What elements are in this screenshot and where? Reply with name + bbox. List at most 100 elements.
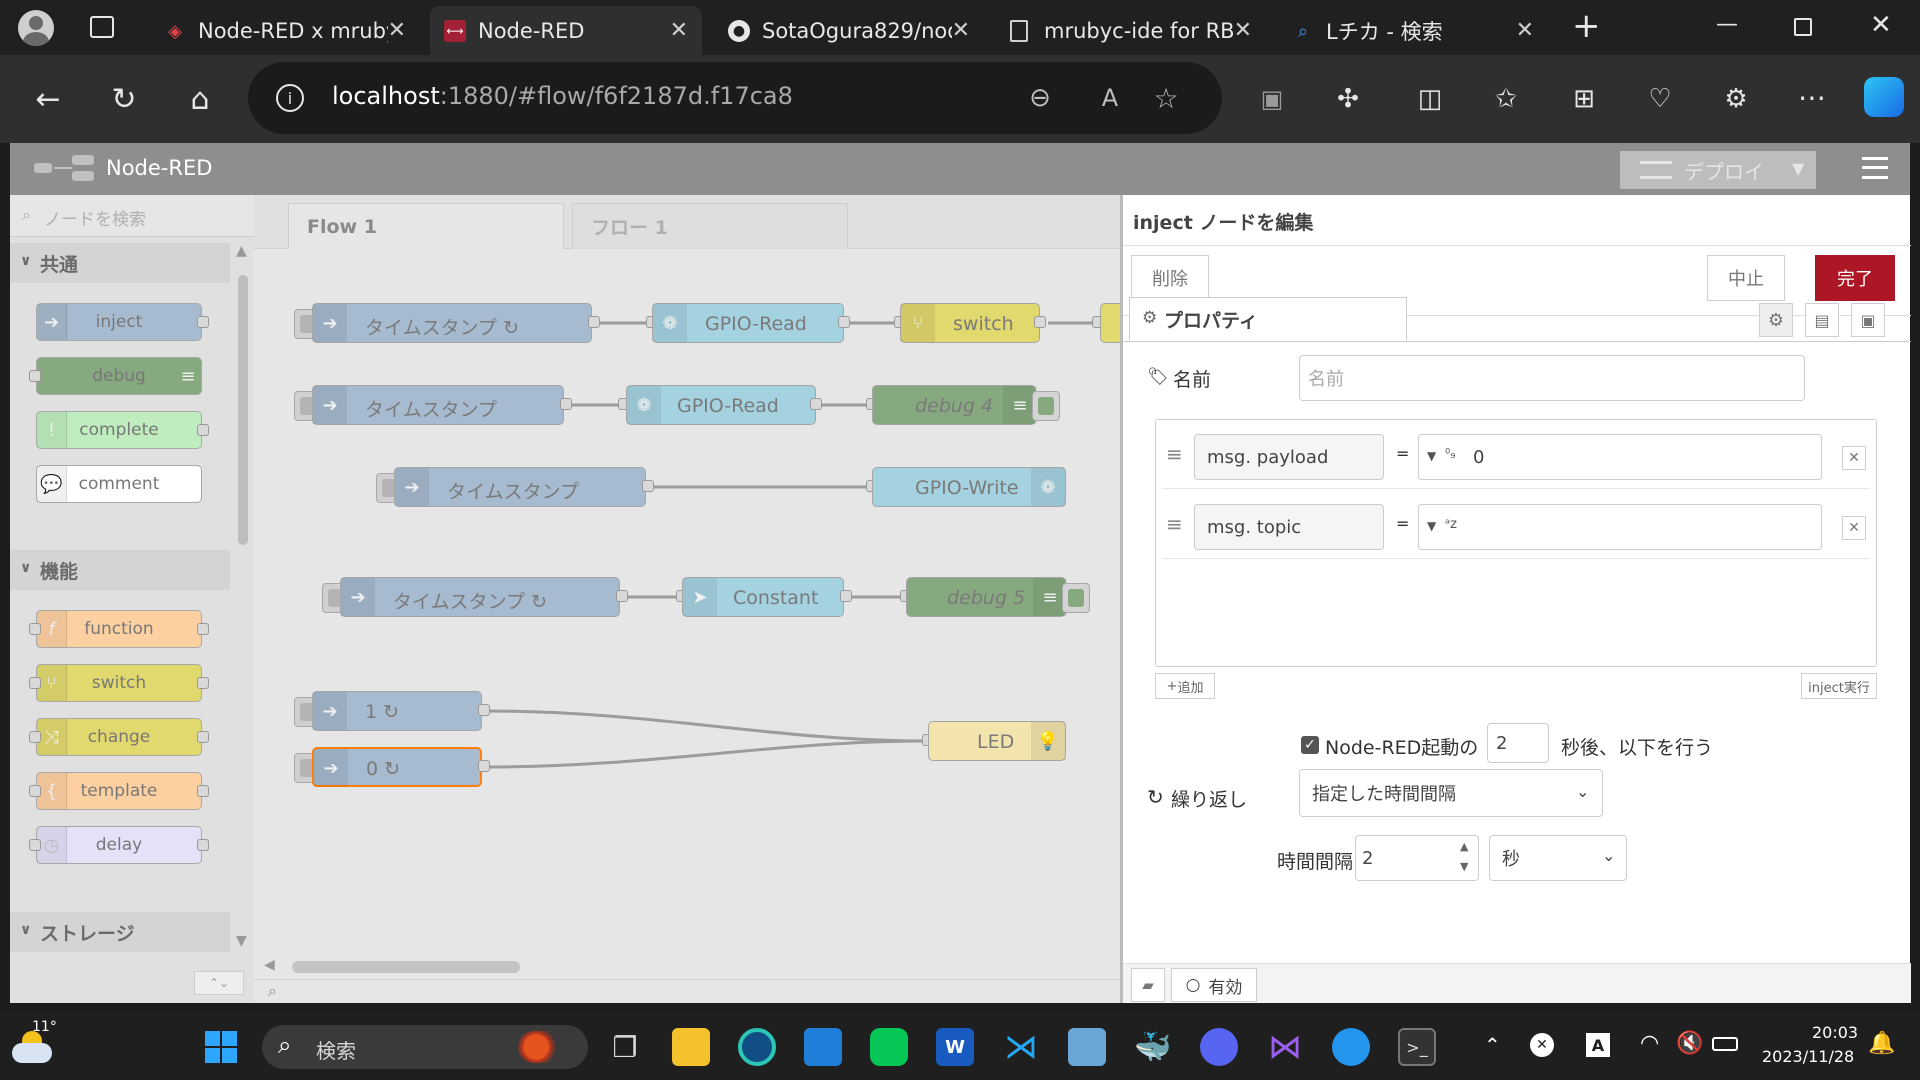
battery-icon[interactable]	[1712, 1037, 1738, 1051]
cancel-button[interactable]: 中止	[1707, 255, 1785, 301]
enabled-toggle[interactable]: ○ 有効	[1171, 968, 1257, 1002]
flow-node-timestamp-4[interactable]: ➔ タイムスタンプ ↻	[340, 577, 620, 617]
node-description-tab[interactable]: ▤	[1805, 303, 1839, 337]
terminal-icon[interactable]: >_	[1398, 1028, 1436, 1066]
palette-node-template[interactable]: { template	[29, 772, 209, 810]
browser-tab-3[interactable]: mrubyc-ide for RBoard ✕	[996, 6, 1266, 55]
palette-node-debug[interactable]: debug ≡	[29, 357, 202, 395]
palette-node-inject[interactable]: ➔ inject	[36, 303, 209, 341]
flow-node-switch-1[interactable]: ⑂ switch	[900, 303, 1040, 343]
workspace-horizontal-scrollbar[interactable]: ◀	[264, 957, 1114, 975]
read-aloud-icon[interactable]: A	[1088, 76, 1132, 120]
browser-tab-4[interactable]: ⌕ Lチカ - 検索 ✕	[1278, 6, 1548, 55]
tray-a-icon[interactable]: A	[1586, 1033, 1610, 1057]
palette-node-comment[interactable]: 💬 comment	[36, 465, 202, 503]
collections-icon[interactable]: ⊞	[1562, 77, 1606, 121]
browser-health-icon[interactable]: ♡	[1638, 77, 1682, 121]
remove-row-button[interactable]: ✕	[1842, 516, 1866, 540]
once-delay-input[interactable]: 2	[1487, 723, 1549, 763]
zoom-out-icon[interactable]: ⊖	[1018, 76, 1062, 120]
search-flows-icon[interactable]: ⌕	[268, 981, 277, 1001]
tray-x-icon[interactable]: ✕	[1530, 1033, 1554, 1057]
flow-node-gpio-write[interactable]: GPIO-Write ❁	[872, 467, 1066, 507]
help-book-button[interactable]: ▰	[1131, 968, 1165, 1002]
docker-desktop-icon[interactable]	[1332, 1028, 1370, 1066]
interval-unit-select[interactable]: 秒 ⌄	[1489, 835, 1627, 881]
palette-category-storage[interactable]: ∨ ストレージ	[10, 912, 230, 952]
property-value-topic[interactable]: ▼ ᵃz	[1418, 504, 1822, 550]
start-button[interactable]	[202, 1028, 240, 1066]
word-icon[interactable]: W	[936, 1028, 974, 1066]
favorites-icon[interactable]: ✩	[1484, 77, 1528, 121]
close-icon[interactable]: ✕	[670, 18, 688, 43]
flow-node-constant[interactable]: ➤ Constant	[682, 577, 844, 617]
minimize-button[interactable]: —	[1716, 12, 1738, 37]
discord-icon[interactable]	[1200, 1028, 1238, 1066]
palette-node-delay[interactable]: ◷ delay	[29, 826, 209, 864]
flow-node-inject-0[interactable]: ➔ 0 ↻	[312, 747, 482, 787]
window-close-button[interactable]: ✕	[1870, 10, 1892, 40]
info-icon[interactable]: i	[276, 84, 304, 112]
close-icon[interactable]: ✕	[388, 18, 406, 43]
palette-node-switch[interactable]: ⑂ switch	[29, 664, 209, 702]
palette-node-complete[interactable]: ! complete	[36, 411, 209, 449]
interval-input[interactable]: 2 ▲ ▼	[1355, 835, 1479, 881]
refresh-icon[interactable]: ↻	[102, 77, 146, 121]
visual-studio-icon[interactable]: ⋈	[1266, 1027, 1304, 1067]
back-arrow-icon[interactable]: ←	[26, 77, 70, 121]
close-icon[interactable]: ✕	[1516, 18, 1534, 43]
home-icon[interactable]: ⌂	[178, 77, 222, 121]
flow-node-debug-4[interactable]: debug 4 ≡	[872, 385, 1037, 425]
notification-bell-icon[interactable]: 🔔	[1868, 1031, 1895, 1056]
file-explorer-icon[interactable]	[672, 1028, 710, 1066]
speaker-muted-icon[interactable]: 🔇	[1676, 1031, 1703, 1056]
done-button[interactable]: 完了	[1815, 255, 1895, 301]
node-appearance-tab[interactable]: ▣	[1851, 303, 1885, 337]
flow-node-timestamp-1[interactable]: ➔ タイムスタンプ ↻	[312, 303, 592, 343]
flow-node-timestamp-3[interactable]: ➔ タイムスタンプ	[394, 467, 646, 507]
maximize-button[interactable]	[1794, 18, 1812, 36]
once-checkbox[interactable]: ✓	[1301, 736, 1319, 754]
flow-node-debug-5[interactable]: debug 5 ≡	[906, 577, 1067, 617]
chevron-down-icon[interactable]: ▼	[1792, 159, 1804, 178]
vscode-icon[interactable]: ⋊	[1002, 1027, 1040, 1067]
chevron-down-icon[interactable]: ▼	[1427, 449, 1436, 463]
edge-icon[interactable]	[738, 1028, 776, 1066]
palette-collapse-buttons[interactable]: ⌃⌄	[194, 971, 244, 995]
more-menu-icon[interactable]: ⋯	[1790, 75, 1834, 119]
tab-actions-icon[interactable]	[90, 16, 114, 38]
url-text[interactable]: localhost:1880/#flow/f6f2187d.f17ca8	[332, 82, 793, 110]
copilot-icon[interactable]	[1864, 77, 1904, 117]
docker-icon[interactable]: 🐳	[1134, 1028, 1172, 1066]
close-icon[interactable]: ✕	[1234, 18, 1252, 43]
remove-row-button[interactable]: ✕	[1842, 446, 1866, 470]
spinner-down-icon[interactable]: ▼	[1460, 860, 1468, 873]
extensions-icon[interactable]: ✣	[1326, 77, 1370, 121]
palette-search-input[interactable]: ノードを検索	[44, 205, 146, 230]
tray-chevron-up-icon[interactable]: ⌃	[1484, 1033, 1501, 1057]
remote-desktop-icon[interactable]	[1068, 1028, 1106, 1066]
taskbar-search[interactable]: ⌕ 検索	[262, 1025, 588, 1069]
favorite-star-icon[interactable]: ☆	[1144, 76, 1188, 120]
node-settings-tab[interactable]: ⚙	[1759, 303, 1793, 337]
close-icon[interactable]: ✕	[952, 18, 970, 43]
new-tab-button[interactable]: +	[1572, 6, 1601, 46]
performance-icon[interactable]: ⚙	[1714, 77, 1758, 121]
task-view-icon[interactable]: ❐	[606, 1028, 644, 1066]
browser-tab-0[interactable]: ◈ Node-RED x mruby/c ✕	[150, 6, 420, 55]
delete-button[interactable]: 削除	[1131, 255, 1209, 301]
extension-badge-icon[interactable]: ▣	[1250, 77, 1294, 121]
split-screen-icon[interactable]: ◫	[1408, 77, 1452, 121]
inject-now-button[interactable]: inject実行	[1801, 673, 1877, 699]
spinner-up-icon[interactable]: ▲	[1460, 840, 1468, 853]
repeat-select[interactable]: 指定した時間間隔 ⌄	[1299, 769, 1603, 817]
wifi-icon[interactable]: ◠	[1640, 1031, 1659, 1056]
add-property-button[interactable]: + 追加	[1155, 673, 1215, 699]
mail-icon[interactable]	[804, 1028, 842, 1066]
debug-toggle-button[interactable]	[1032, 391, 1060, 421]
property-value-payload[interactable]: ▼ ⁰₉ 0	[1418, 434, 1822, 480]
flow-node-gpio-read-2[interactable]: ❁ GPIO-Read	[626, 385, 816, 425]
browser-tab-2[interactable]: ● SotaOgura829/node ✕	[714, 6, 984, 55]
weather-icon[interactable]	[12, 1031, 52, 1065]
property-field-topic[interactable]: msg. topic	[1194, 504, 1384, 550]
